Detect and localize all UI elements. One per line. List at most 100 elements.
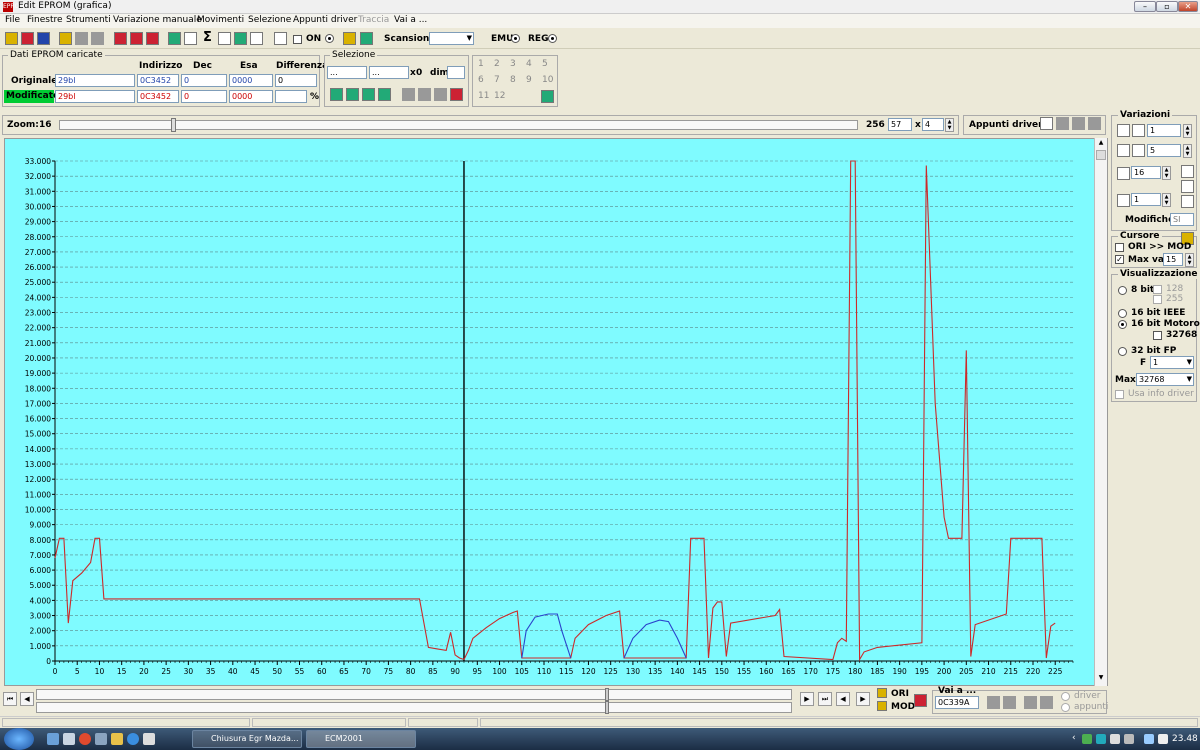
disabled-paste-icon[interactable] bbox=[418, 88, 431, 101]
menu-item-8[interactable]: Vai a ... bbox=[394, 15, 427, 25]
radio-appunti[interactable] bbox=[1061, 703, 1070, 712]
menu-item-6[interactable]: Appunti driver bbox=[293, 15, 357, 25]
var-top-icon[interactable] bbox=[1181, 165, 1194, 178]
clipboard-disabled-icon-3[interactable] bbox=[1088, 117, 1101, 130]
variazioni-field-3[interactable]: 16 bbox=[1131, 166, 1161, 179]
var-decrement-icon[interactable] bbox=[1132, 124, 1145, 137]
disabled-move-icon[interactable] bbox=[434, 88, 447, 101]
network-icon[interactable] bbox=[95, 733, 107, 745]
close-button[interactable]: ✕ bbox=[1178, 1, 1198, 12]
tray-icon-2[interactable] bbox=[1096, 734, 1106, 744]
zoom-field-2[interactable]: 4 bbox=[922, 118, 944, 131]
checkbox-32768[interactable] bbox=[1153, 331, 1162, 340]
grid-number-4[interactable]: 4 bbox=[526, 59, 532, 69]
originale-address-field[interactable]: 0C3452 bbox=[137, 74, 179, 87]
menu-item-0[interactable]: File bbox=[5, 15, 20, 25]
emu-button[interactable] bbox=[511, 34, 520, 43]
modificato-dec-field[interactable]: 0 bbox=[181, 90, 227, 103]
variazioni-spinner-2[interactable]: ▲ ▼ bbox=[1183, 144, 1192, 158]
chart-area[interactable]: 0 1.000 2.000 3.000 4.000 5.000 6.000 7.000 8.00… bbox=[4, 138, 1108, 686]
originale-dec-field[interactable]: 0 bbox=[181, 74, 227, 87]
paint-icon[interactable] bbox=[234, 32, 247, 45]
goto-disabled-icon-3[interactable] bbox=[1024, 696, 1037, 709]
next-icon[interactable]: ▶ bbox=[800, 692, 814, 706]
print-icon[interactable] bbox=[218, 32, 231, 45]
sigma-icon[interactable]: Σ bbox=[203, 30, 212, 45]
checkbox-255[interactable] bbox=[1153, 295, 1162, 304]
back-mark-icon[interactable]: ◀ bbox=[836, 692, 850, 706]
radio-16bit-motorola[interactable] bbox=[1118, 320, 1127, 329]
variazioni-spinner-4[interactable]: ▲ ▼ bbox=[1162, 193, 1171, 207]
tray-icon-1[interactable] bbox=[1082, 734, 1092, 744]
menu-item-5[interactable]: Selezione bbox=[248, 15, 291, 25]
menu-item-3[interactable]: Variazione manuale bbox=[113, 15, 202, 25]
zoom-slider-track[interactable] bbox=[59, 120, 858, 130]
grid-red-icon[interactable] bbox=[21, 32, 34, 45]
variazioni-field-4[interactable]: 1 bbox=[1131, 193, 1161, 206]
ori-mod-checkbox[interactable] bbox=[1115, 243, 1124, 252]
var-add-icon[interactable] bbox=[1117, 144, 1130, 157]
grid-number-11[interactable]: 11 bbox=[478, 91, 489, 101]
variazioni-spinner-3[interactable]: ▲ ▼ bbox=[1162, 166, 1171, 180]
menu-item-4[interactable]: Movimenti bbox=[197, 15, 244, 25]
start-button[interactable] bbox=[4, 728, 34, 750]
selezione-dim-field[interactable] bbox=[447, 66, 465, 79]
zoom-field-1[interactable]: 57 bbox=[888, 118, 912, 131]
max-var-checkbox[interactable]: ✓ bbox=[1115, 255, 1124, 264]
grid-number-1[interactable]: 1 bbox=[478, 59, 484, 69]
originale-name-field[interactable]: 29bl bbox=[55, 74, 135, 87]
volume-tray-icon[interactable] bbox=[1158, 734, 1168, 744]
goto-disabled-icon-4[interactable] bbox=[1040, 696, 1053, 709]
tray-arrow-icon[interactable]: ‹ bbox=[1072, 733, 1076, 743]
grid-number-8[interactable]: 8 bbox=[510, 75, 516, 85]
table-icon[interactable] bbox=[37, 32, 50, 45]
selezione-from-field[interactable]: ... bbox=[327, 66, 367, 79]
ori-label[interactable]: ORI bbox=[891, 689, 909, 699]
vai-a-field[interactable]: 0C339A bbox=[935, 696, 979, 709]
f-select[interactable]: 1 ▼ bbox=[1150, 356, 1194, 369]
nav-scroll-thumb-top[interactable] bbox=[605, 688, 609, 701]
grid-number-10[interactable]: 10 bbox=[542, 75, 553, 85]
vertical-scrollbar[interactable]: ▲ ▼ bbox=[1094, 138, 1107, 686]
scroll-up-icon[interactable]: ▲ bbox=[1096, 139, 1106, 149]
goto-disabled-icon-1[interactable] bbox=[987, 696, 1000, 709]
document-icon[interactable] bbox=[143, 733, 155, 745]
chrome-icon[interactable] bbox=[79, 733, 91, 745]
menu-item-2[interactable]: Strumenti bbox=[66, 15, 111, 25]
radio-driver[interactable] bbox=[1061, 692, 1070, 701]
grid-number-12[interactable]: 12 bbox=[494, 91, 505, 101]
disabled-save-icon[interactable] bbox=[75, 32, 88, 45]
home-icon[interactable] bbox=[5, 32, 18, 45]
tray-icon-3[interactable] bbox=[1110, 734, 1120, 744]
var-percent-icon[interactable] bbox=[1117, 194, 1130, 207]
nav-scroll-track-top[interactable] bbox=[36, 689, 792, 700]
selezione-to-field[interactable]: ... bbox=[369, 66, 409, 79]
checkbox-128[interactable] bbox=[1153, 285, 1162, 294]
max-var-field[interactable]: 15 bbox=[1163, 253, 1183, 266]
compare-icon[interactable] bbox=[130, 32, 143, 45]
lock-icon[interactable] bbox=[343, 32, 356, 45]
grid-number-3[interactable]: 3 bbox=[510, 59, 516, 69]
modificato-address-field[interactable]: 0C3452 bbox=[137, 90, 179, 103]
tray-icon-4[interactable] bbox=[1124, 734, 1134, 744]
usa-info-checkbox[interactable] bbox=[1115, 390, 1124, 399]
mod-label[interactable]: MOD bbox=[891, 702, 915, 712]
ie-icon[interactable] bbox=[127, 733, 139, 745]
forward-mark-icon[interactable]: ▶ bbox=[856, 692, 870, 706]
clipboard-disabled-icon-2[interactable] bbox=[1072, 117, 1085, 130]
show-desktop-icon[interactable] bbox=[47, 733, 59, 745]
last-icon[interactable]: ⏭ bbox=[818, 692, 832, 706]
reg-button[interactable] bbox=[548, 34, 557, 43]
var-up-icon[interactable] bbox=[1117, 167, 1130, 180]
disabled-tool-icon[interactable] bbox=[91, 32, 104, 45]
nav-scroll-track-bottom[interactable] bbox=[36, 702, 792, 713]
chart-icon[interactable] bbox=[250, 32, 263, 45]
calculator-icon[interactable] bbox=[541, 90, 554, 103]
variazioni-field-2[interactable]: 5 bbox=[1147, 144, 1181, 157]
grid-number-6[interactable]: 6 bbox=[478, 75, 484, 85]
menu-item-1[interactable]: Finestre bbox=[27, 15, 63, 25]
select-end-icon[interactable] bbox=[378, 88, 391, 101]
scroll-down-icon[interactable]: ▼ bbox=[1096, 674, 1106, 684]
modificato-name-field[interactable]: 29bl bbox=[55, 90, 135, 103]
checklist-icon[interactable] bbox=[114, 32, 127, 45]
